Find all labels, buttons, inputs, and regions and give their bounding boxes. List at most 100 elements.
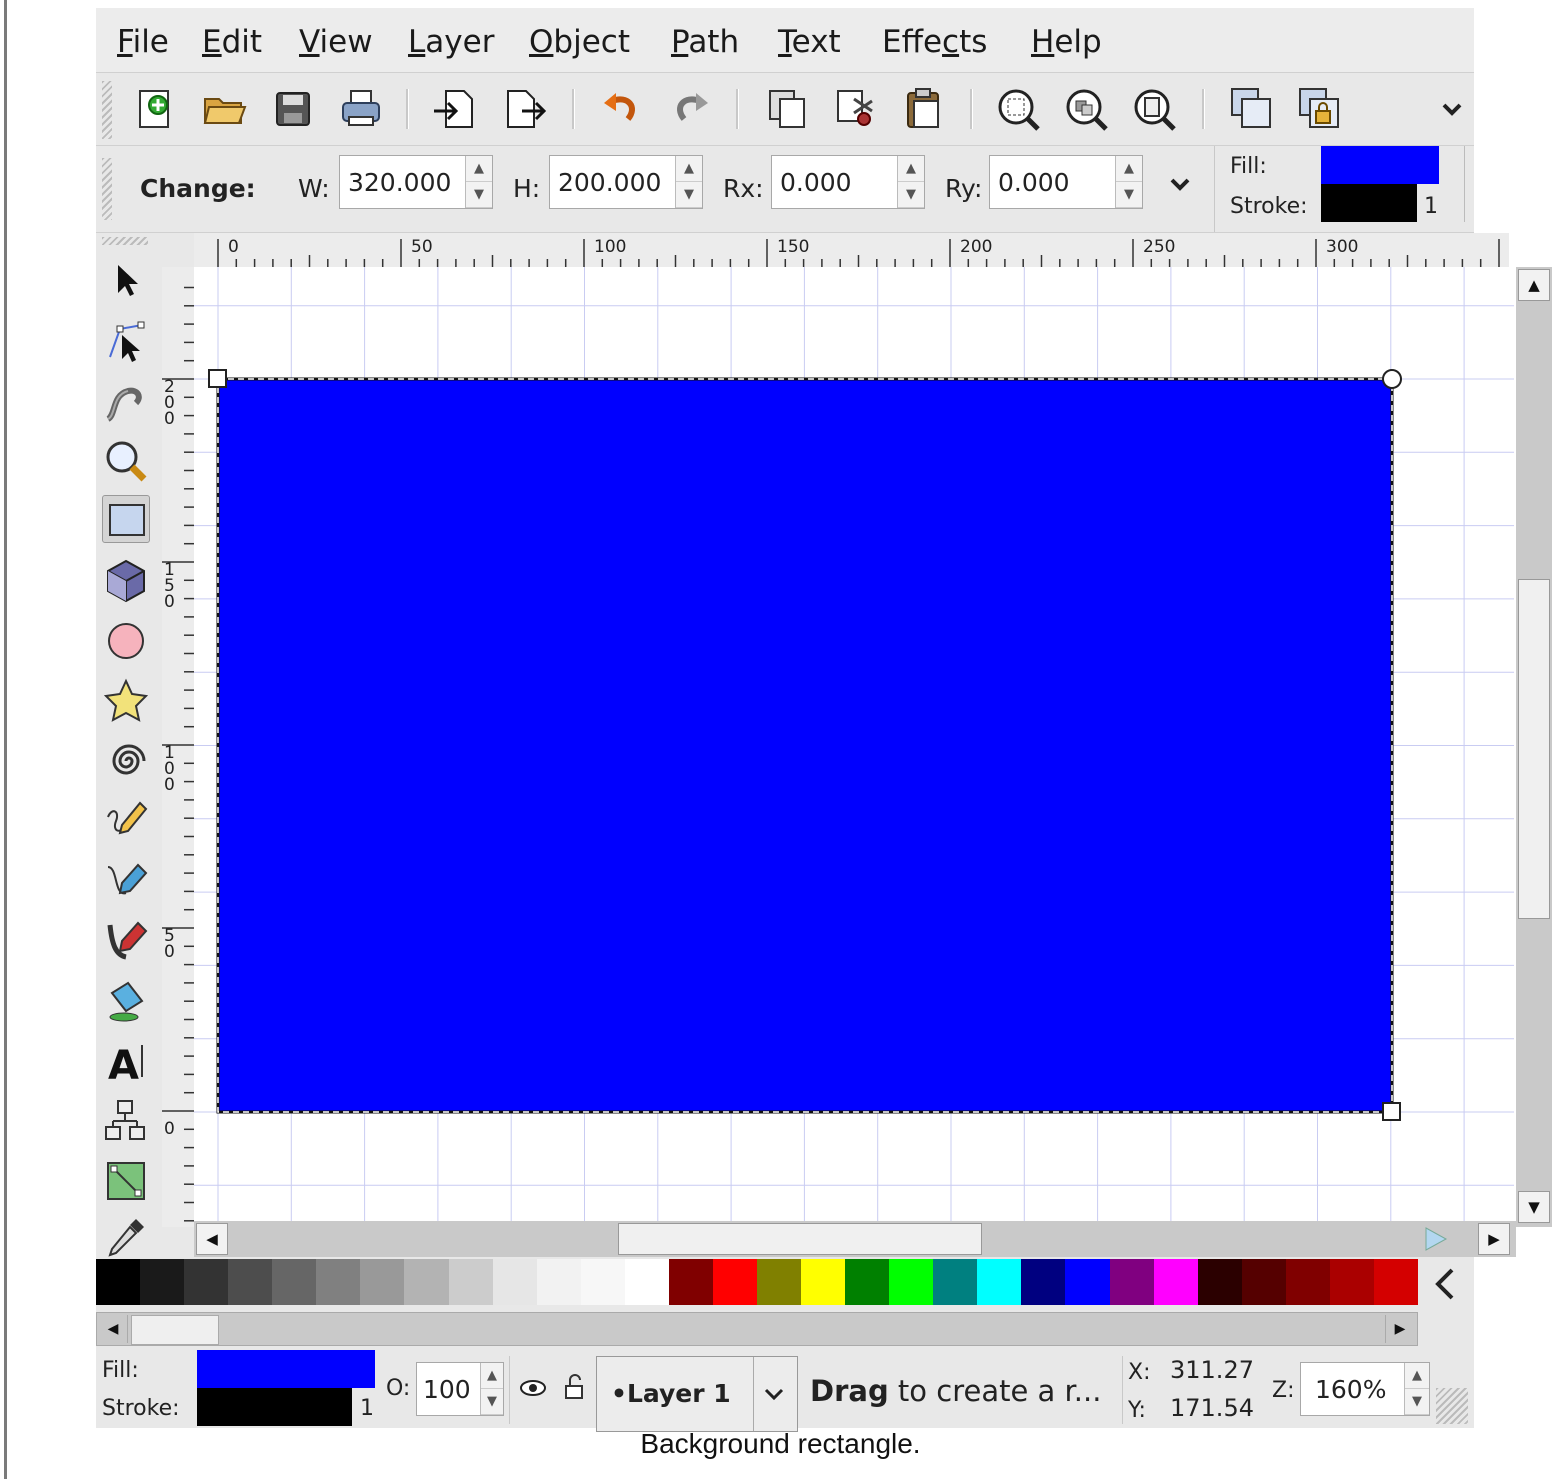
- menu-view[interactable]: View: [299, 24, 373, 60]
- scroll-right-arrow[interactable]: ▶: [1478, 1223, 1510, 1255]
- stroke-swatch[interactable]: [1321, 184, 1417, 222]
- toolbox-grip[interactable]: [102, 237, 148, 245]
- zoom-drawing-icon[interactable]: [1062, 85, 1110, 133]
- menu-text[interactable]: Text: [778, 24, 841, 60]
- zoom-icon[interactable]: [102, 437, 150, 485]
- status-fill-swatch[interactable]: [197, 1350, 375, 1388]
- node-icon[interactable]: [102, 317, 150, 365]
- resize-handle-bottom-right[interactable]: [1382, 1102, 1401, 1121]
- menu-effects[interactable]: Effects: [882, 24, 987, 60]
- palette-swatch[interactable]: [1373, 1259, 1419, 1305]
- opacity-spinbox[interactable]: 100 ▲ ▼: [416, 1362, 504, 1416]
- pencil-icon[interactable]: [102, 797, 150, 845]
- palette-swatch[interactable]: [492, 1259, 538, 1305]
- spiral-icon[interactable]: [102, 737, 150, 785]
- menu-layer[interactable]: Layer: [408, 24, 494, 60]
- dropper-icon[interactable]: [102, 1213, 150, 1261]
- palette-swatch[interactable]: [977, 1259, 1022, 1305]
- palette-scrollbar[interactable]: ◀ ▶: [96, 1312, 1418, 1346]
- palette-swatch[interactable]: [1285, 1259, 1331, 1305]
- rectangle-tool-button[interactable]: [102, 495, 150, 543]
- scroll-left-arrow[interactable]: ◀: [196, 1223, 228, 1255]
- vertical-scrollbar[interactable]: ▲ ▼: [1516, 267, 1552, 1227]
- palette-swatch[interactable]: [140, 1259, 185, 1305]
- menu-edit[interactable]: Edit: [202, 24, 262, 60]
- menu-path[interactable]: Path: [671, 24, 739, 60]
- unlock-icon[interactable]: [562, 1372, 586, 1402]
- palette-swatch[interactable]: [360, 1259, 405, 1305]
- paste-icon[interactable]: [900, 85, 948, 133]
- ellipse-icon[interactable]: [102, 617, 150, 665]
- layer-selector[interactable]: •Layer 1: [596, 1356, 798, 1432]
- palette-scroll-right[interactable]: ▶: [1385, 1315, 1414, 1343]
- rx-spinbox[interactable]: 0.000 ▲ ▼: [771, 155, 925, 209]
- palette-swatch[interactable]: [404, 1259, 450, 1305]
- zoom-page-icon[interactable]: [1130, 85, 1178, 133]
- palette-swatch[interactable]: [668, 1259, 714, 1305]
- chevron-down-icon[interactable]: [759, 1379, 789, 1409]
- toolbar-grip[interactable]: [102, 158, 112, 220]
- canvas-svg[interactable]: [194, 267, 1514, 1225]
- menu-help[interactable]: Help: [1031, 24, 1102, 60]
- toolbar-grip[interactable]: [102, 81, 112, 139]
- palette-swatch[interactable]: [889, 1259, 934, 1305]
- palette-swatch[interactable]: [1153, 1259, 1199, 1305]
- palette-scroll-thumb[interactable]: [131, 1315, 219, 1345]
- palette-swatch[interactable]: [448, 1259, 494, 1305]
- more-chevron-icon[interactable]: [1428, 85, 1476, 133]
- text-icon[interactable]: A: [102, 1037, 150, 1085]
- selector-icon[interactable]: [102, 257, 150, 305]
- menu-object[interactable]: Object: [529, 24, 630, 60]
- background-rectangle[interactable]: [216, 377, 1394, 1114]
- palette-swatch[interactable]: [801, 1259, 846, 1305]
- connector-icon[interactable]: [102, 1097, 150, 1145]
- cut-icon[interactable]: [832, 85, 880, 133]
- width-spin-arrows[interactable]: ▲ ▼: [465, 156, 492, 208]
- lock-icon[interactable]: [1296, 85, 1344, 133]
- resize-grip[interactable]: [1436, 1388, 1468, 1424]
- ry-spin-arrows[interactable]: ▲ ▼: [1115, 156, 1142, 208]
- palette-scroll-left[interactable]: ◀: [99, 1315, 128, 1343]
- tweak-icon[interactable]: [102, 377, 150, 425]
- corner-radius-handle[interactable]: [1382, 369, 1402, 389]
- group-icon[interactable]: [1228, 85, 1276, 133]
- duplicate-icon[interactable]: [764, 85, 812, 133]
- save-icon[interactable]: [269, 85, 317, 133]
- opacity-spin-arrows[interactable]: ▲ ▼: [480, 1363, 503, 1415]
- palette-swatch[interactable]: [316, 1259, 361, 1305]
- drawing-canvas[interactable]: [194, 267, 1514, 1225]
- eye-icon[interactable]: [518, 1376, 548, 1400]
- redo-icon[interactable]: [666, 85, 714, 133]
- scroll-down-arrow[interactable]: ▼: [1518, 1191, 1550, 1223]
- horizontal-scroll-thumb[interactable]: [618, 1223, 982, 1255]
- new-document-icon[interactable]: [132, 85, 180, 133]
- undo-icon[interactable]: [598, 85, 646, 133]
- vertical-scroll-thumb[interactable]: [1518, 579, 1550, 919]
- 3dbox-icon[interactable]: [102, 557, 150, 605]
- palette-swatch[interactable]: [712, 1259, 758, 1305]
- pen-icon[interactable]: [102, 857, 150, 905]
- status-stroke-swatch[interactable]: [197, 1388, 352, 1426]
- palette-swatch[interactable]: [933, 1259, 978, 1305]
- print-icon[interactable]: [337, 85, 385, 133]
- palette-swatch[interactable]: [96, 1259, 141, 1305]
- palette-swatch[interactable]: [536, 1259, 582, 1305]
- palette-swatch[interactable]: [845, 1259, 890, 1305]
- height-spin-arrows[interactable]: ▲ ▼: [675, 156, 702, 208]
- palette-menu-chevron-icon[interactable]: [1430, 1266, 1460, 1302]
- color-manage-icon[interactable]: [1420, 1224, 1450, 1254]
- zoom-selection-icon[interactable]: [994, 85, 1042, 133]
- horizontal-scrollbar[interactable]: ◀ ▶: [194, 1221, 1516, 1257]
- height-spinbox[interactable]: 200.000 ▲ ▼: [549, 155, 703, 209]
- palette-swatch[interactable]: [580, 1259, 626, 1305]
- palette-swatch[interactable]: [1021, 1259, 1066, 1305]
- width-spinbox[interactable]: 320.000 ▲ ▼: [339, 155, 493, 209]
- palette-swatch[interactable]: [1197, 1259, 1243, 1305]
- palette-swatch[interactable]: [1109, 1259, 1155, 1305]
- palette-swatch[interactable]: [272, 1259, 317, 1305]
- gradient-icon[interactable]: [102, 1157, 150, 1205]
- export-icon[interactable]: [500, 85, 548, 133]
- zoom-spinbox[interactable]: 160% ▲ ▼: [1300, 1362, 1430, 1416]
- calligraphy-icon[interactable]: [102, 917, 150, 965]
- palette-swatch[interactable]: [1065, 1259, 1111, 1305]
